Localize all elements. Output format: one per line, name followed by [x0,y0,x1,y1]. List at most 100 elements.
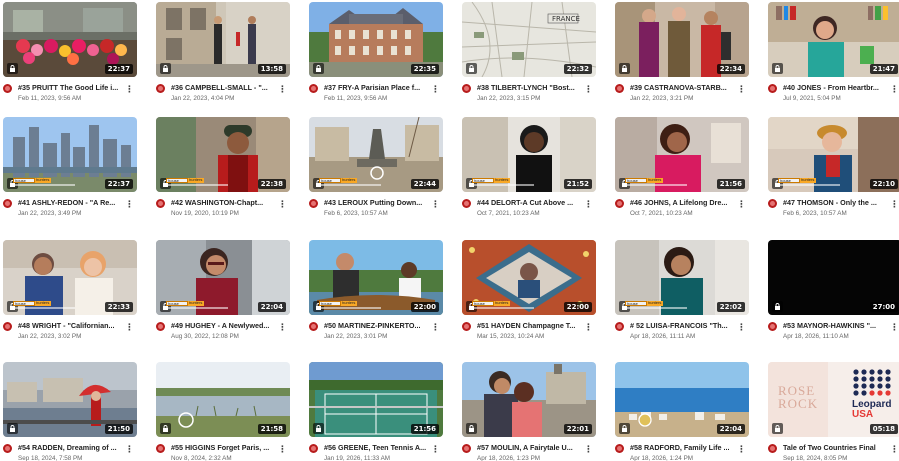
video-title[interactable]: #53 MAYNOR-HAWKINS "... [783,321,893,331]
channel-avatar[interactable] [309,199,318,208]
video-title[interactable]: #38 TILBERT-LYNCH "Bost... [477,83,587,93]
more-options-icon[interactable]: ⋮ [431,443,440,455]
channel-avatar[interactable] [156,322,165,331]
more-options-icon[interactable]: ⋮ [278,443,287,455]
video-thumbnail[interactable]: 13:58 [156,2,290,77]
video-title[interactable]: #58 RADFORD, Family Life ... [630,443,740,453]
video-card[interactable]: house hunters 22:02 # 52 LUISA-FRANCOIS "Th… [612,240,765,350]
channel-avatar[interactable] [768,84,777,93]
channel-avatar[interactable] [462,322,471,331]
video-title[interactable]: #56 GREENE, Teen Tennis A... [324,443,434,453]
video-thumbnail[interactable]: 22:04 [615,362,749,437]
more-options-icon[interactable]: ⋮ [431,321,440,333]
more-options-icon[interactable]: ⋮ [584,443,593,455]
channel-avatar[interactable] [309,444,318,453]
more-options-icon[interactable]: ⋮ [125,83,134,95]
video-title[interactable]: #40 JONES - From Heartbr... [783,83,893,93]
channel-avatar[interactable] [615,84,624,93]
video-thumbnail[interactable]: house hunters 22:10 [768,117,899,192]
video-card[interactable]: house hunters 22:04 #49 HUGHEY - A Newlywed… [153,240,306,350]
more-options-icon[interactable]: ⋮ [737,83,746,95]
channel-avatar[interactable] [3,199,12,208]
more-options-icon[interactable]: ⋮ [431,198,440,210]
channel-avatar[interactable] [462,84,471,93]
video-card[interactable]: 21:47 #40 JONES - From Heartbr... Jul 9, 2… [765,2,899,112]
more-options-icon[interactable]: ⋮ [890,198,899,210]
channel-avatar[interactable] [462,444,471,453]
video-card[interactable]: FRANCE 22:32 #38 TILBERT-LYNCH "Bost... Jan… [459,2,612,112]
video-thumbnail[interactable]: 21:47 [768,2,899,77]
video-card[interactable]: 21:56 #56 GREENE, Teen Tennis A... Jan 19,… [306,362,459,461]
channel-avatar[interactable] [156,199,165,208]
channel-avatar[interactable] [462,199,471,208]
more-options-icon[interactable]: ⋮ [737,198,746,210]
more-options-icon[interactable]: ⋮ [584,83,593,95]
channel-avatar[interactable] [3,84,12,93]
video-thumbnail[interactable]: 22:34 [615,2,749,77]
video-thumbnail[interactable]: house hunters 22:38 [156,117,290,192]
more-options-icon[interactable]: ⋮ [125,443,134,455]
video-card[interactable]: 13:58 #36 CAMPBELL-SMALL - "... Jan 22, 20… [153,2,306,112]
more-options-icon[interactable]: ⋮ [125,198,134,210]
video-card[interactable]: house hunters 21:52 #44 DELORT-A Cut Above … [459,117,612,227]
video-card[interactable]: 22:34 #39 CASTRANOVA-STARB... Jan 22, 2023… [612,2,765,112]
video-card[interactable]: 22:37 #35 PRUITT The Good Life i... Feb 11… [0,2,153,112]
video-title[interactable]: #42 WASHINGTON-Chapt... [171,198,281,208]
more-options-icon[interactable]: ⋮ [890,443,899,455]
video-thumbnail[interactable]: 27:00 [768,240,899,315]
video-thumbnail[interactable]: 21:58 [156,362,290,437]
more-options-icon[interactable]: ⋮ [278,321,287,333]
more-options-icon[interactable]: ⋮ [278,198,287,210]
video-title[interactable]: #43 LEROUX Putting Down... [324,198,434,208]
video-thumbnail[interactable]: house hunters 22:04 [156,240,290,315]
video-thumbnail[interactable]: 21:50 [3,362,137,437]
video-thumbnail[interactable]: house hunters 22:44 [309,117,443,192]
more-options-icon[interactable]: ⋮ [278,83,287,95]
video-title[interactable]: #51 HAYDEN Champagne T... [477,321,587,331]
video-card[interactable]: house hunters 21:56 #46 JOHNS, A Lifelong D… [612,117,765,227]
more-options-icon[interactable]: ⋮ [584,198,593,210]
video-card[interactable]: house hunters 22:00 #50 MARTINEZ-PINKERTO..… [306,240,459,350]
more-options-icon[interactable]: ⋮ [737,321,746,333]
channel-avatar[interactable] [309,84,318,93]
video-thumbnail[interactable]: 21:56 [309,362,443,437]
channel-avatar[interactable] [3,444,12,453]
video-card[interactable]: house hunters 22:10 #47 THOMSON - Only the … [765,117,899,227]
video-title[interactable]: # 52 LUISA-FRANCOIS "Th... [630,321,740,331]
more-options-icon[interactable]: ⋮ [584,321,593,333]
video-thumbnail[interactable]: house hunters 22:02 [615,240,749,315]
channel-avatar[interactable] [768,322,777,331]
video-card[interactable]: 22:04 #58 RADFORD, Family Life ... Apr 18,… [612,362,765,461]
video-title[interactable]: #39 CASTRANOVA-STARB... [630,83,740,93]
video-card[interactable]: house hunters 22:37 #41 ASHLY-REDON - "A Re… [0,117,153,227]
video-title[interactable]: #49 HUGHEY - A Newlywed... [171,321,281,331]
video-title[interactable]: #44 DELORT-A Cut Above ... [477,198,587,208]
more-options-icon[interactable]: ⋮ [125,321,134,333]
video-thumbnail[interactable]: house hunters 21:56 [615,117,749,192]
channel-avatar[interactable] [156,444,165,453]
channel-avatar[interactable] [768,199,777,208]
video-title[interactable]: #57 MOULIN, A Fairytale U... [477,443,587,453]
video-title[interactable]: Tale of Two Countries Final [783,443,893,453]
video-thumbnail[interactable]: FRANCE 22:32 [462,2,596,77]
video-title[interactable]: #47 THOMSON - Only the ... [783,198,893,208]
video-title[interactable]: #35 PRUITT The Good Life i... [18,83,128,93]
video-card[interactable]: 21:50 #54 RADDEN, Dreaming of ... Sep 18, … [0,362,153,461]
video-title[interactable]: #46 JOHNS, A Lifelong Dre... [630,198,740,208]
video-title[interactable]: #50 MARTINEZ-PINKERTO... [324,321,434,331]
video-title[interactable]: #41 ASHLY-REDON - "A Re... [18,198,128,208]
video-thumbnail[interactable]: 22:37 [3,2,137,77]
more-options-icon[interactable]: ⋮ [890,321,899,333]
video-thumbnail[interactable]: house hunters 22:33 [3,240,137,315]
video-card[interactable]: 22:35 #37 FRY-A Parisian Place f... Feb 11… [306,2,459,112]
video-thumbnail[interactable]: 22:35 [309,2,443,77]
channel-avatar[interactable] [309,322,318,331]
channel-avatar[interactable] [3,322,12,331]
video-title[interactable]: #36 CAMPBELL-SMALL - "... [171,83,281,93]
video-thumbnail[interactable]: house hunters 21:52 [462,117,596,192]
video-title[interactable]: #54 RADDEN, Dreaming of ... [18,443,128,453]
video-card[interactable]: house hunters 22:44 #43 LEROUX Putting Down… [306,117,459,227]
video-title[interactable]: #37 FRY-A Parisian Place f... [324,83,434,93]
video-thumbnail[interactable]: house hunters 22:00 [462,240,596,315]
video-card[interactable]: ROSE ROCK Leopard USA 05:18 Tale of Two Count… [765,362,899,461]
